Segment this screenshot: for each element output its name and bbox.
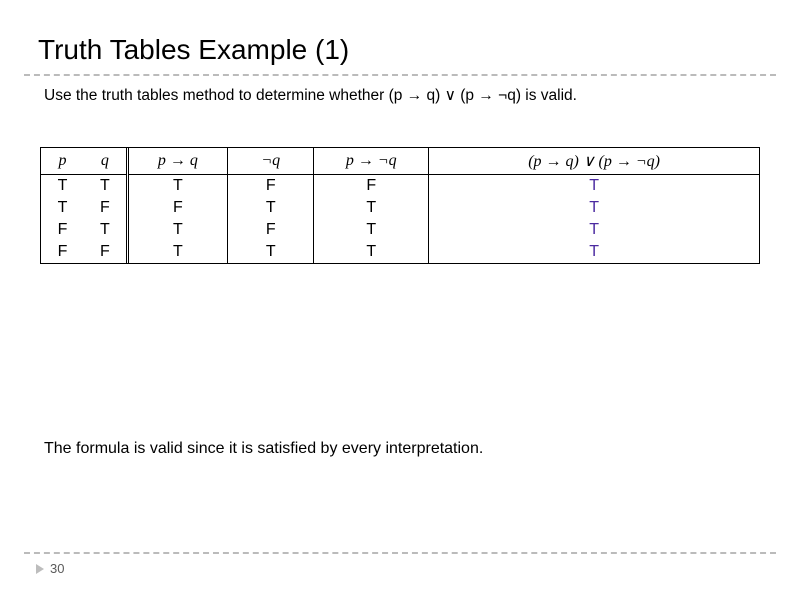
slide-title: Truth Tables Example (1) [38,34,800,70]
cell: T [41,174,84,197]
page-number: 30 [50,561,64,576]
table-row: T F F T T T [41,197,759,219]
page-number-wrap: 30 [36,561,64,576]
col-header-q: q [84,148,127,174]
footer-area [24,552,776,554]
col-header-not-q: ¬q [228,148,314,174]
cell: F [84,197,127,219]
slide-subtitle: Use the truth tables method to determine… [0,76,800,105]
table-row: F F T T T T [41,241,759,263]
cell: T [314,197,429,219]
slide: Truth Tables Example (1) Use the truth t… [0,0,800,600]
cell: T [228,241,314,263]
footer-divider [24,552,776,554]
truth-table-wrap: p q p → q ¬q p → ¬q (p → q) ∨ (p → ¬q) T… [40,147,760,264]
cell: T [41,197,84,219]
cell: F [84,241,127,263]
cell: F [127,197,228,219]
table-row: T T T F F T [41,174,759,197]
cell: F [228,219,314,241]
cell: T [127,219,228,241]
col-header-p-imp-q: p → q [127,148,228,174]
cell: T [84,219,127,241]
truth-table-border: p q p → q ¬q p → ¬q (p → q) ∨ (p → ¬q) T… [40,147,760,264]
cell-result: T [429,197,759,219]
cell: T [228,197,314,219]
cell: F [41,219,84,241]
cell: T [127,241,228,263]
title-area: Truth Tables Example (1) [0,0,800,70]
conclusion-text: The formula is valid since it is satisfi… [0,440,483,458]
cell: T [84,174,127,197]
cell: T [314,241,429,263]
cell: T [127,174,228,197]
cell: F [228,174,314,197]
cell-result: T [429,174,759,197]
triangle-icon [36,564,44,574]
table-header-row: p q p → q ¬q p → ¬q (p → q) ∨ (p → ¬q) [41,148,759,174]
col-header-disjunction: (p → q) ∨ (p → ¬q) [429,148,759,174]
cell-result: T [429,219,759,241]
col-header-p-imp-not-q: p → ¬q [314,148,429,174]
truth-table: p q p → q ¬q p → ¬q (p → q) ∨ (p → ¬q) T… [41,148,759,263]
table-row: F T T F T T [41,219,759,241]
cell: F [41,241,84,263]
col-header-p: p [41,148,84,174]
cell: F [314,174,429,197]
cell-result: T [429,241,759,263]
cell: T [314,219,429,241]
